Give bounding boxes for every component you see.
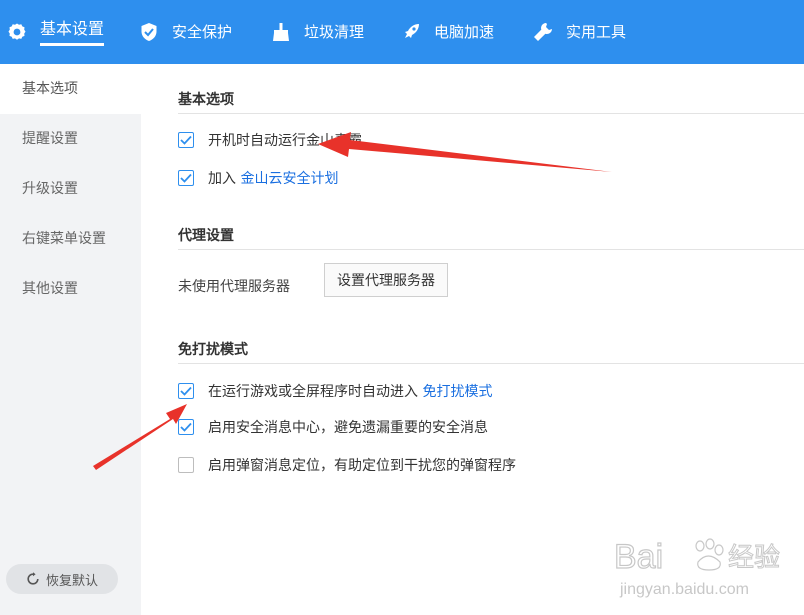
section-divider xyxy=(178,113,804,114)
sidebar-item-other-settings[interactable]: 其他设置 xyxy=(0,264,141,314)
watermark-brand2: 经验 xyxy=(728,543,780,573)
section-divider xyxy=(178,249,804,250)
cloud-security-option[interactable]: 加入 金山云安全计划 xyxy=(178,168,338,188)
autostart-option[interactable]: 开机时自动运行金山毒霸 xyxy=(178,130,362,150)
sidebar-item-upgrade-settings[interactable]: 升级设置 xyxy=(0,164,141,214)
message-center-checkbox[interactable] xyxy=(178,419,194,435)
autostart-label: 开机时自动运行金山毒霸 xyxy=(208,133,362,149)
section-divider xyxy=(178,363,804,364)
sidebar: 基本选项 提醒设置 升级设置 右键菜单设置 其他设置 恢复默认 xyxy=(0,64,141,615)
sidebar-item-context-menu-settings[interactable]: 右键菜单设置 xyxy=(0,214,141,264)
section-title-dnd: 免打扰模式 xyxy=(178,342,248,358)
cloud-security-link[interactable]: 金山云安全计划 xyxy=(240,168,338,188)
tab-label: 实用工具 xyxy=(566,23,627,41)
auto-dnd-option[interactable]: 在运行游戏或全屏程序时自动进入 免打扰模式 xyxy=(178,381,492,401)
tab-label: 电脑加速 xyxy=(434,23,495,41)
proxy-status-text: 未使用代理服务器 xyxy=(178,279,290,295)
annotation-arrow xyxy=(318,132,612,172)
autostart-checkbox[interactable] xyxy=(178,132,194,148)
restore-defaults-button[interactable]: 恢复默认 xyxy=(6,564,118,594)
cloud-security-checkbox[interactable] xyxy=(178,170,194,186)
baidu-jingyan-watermark: Bai 经验 jingyan.baidu.com xyxy=(613,537,780,598)
tab-security[interactable]: 安全保护 xyxy=(138,0,232,64)
section-title-proxy: 代理设置 xyxy=(178,228,234,244)
rocket-icon xyxy=(400,21,422,43)
message-center-option[interactable]: 启用安全消息中心，避免遗漏重要的安全消息 xyxy=(178,417,488,437)
auto-dnd-checkbox[interactable] xyxy=(178,383,194,399)
sidebar-item-reminder-settings[interactable]: 提醒设置 xyxy=(0,114,141,164)
tab-junk-clean[interactable]: 垃圾清理 xyxy=(270,0,364,64)
set-proxy-button[interactable]: 设置代理服务器 xyxy=(324,263,448,297)
paw-icon xyxy=(695,538,724,571)
tab-label: 垃圾清理 xyxy=(304,23,365,41)
dnd-mode-link[interactable]: 免打扰模式 xyxy=(422,381,492,401)
restore-defaults-label: 恢复默认 xyxy=(45,573,98,589)
gear-icon xyxy=(6,21,28,43)
tab-pc-speedup[interactable]: 电脑加速 xyxy=(400,0,494,64)
message-center-label: 启用安全消息中心，避免遗漏重要的安全消息 xyxy=(208,420,488,436)
section-title-basic: 基本选项 xyxy=(178,92,234,108)
auto-dnd-prefix: 在运行游戏或全屏程序时自动进入 xyxy=(208,384,423,400)
sidebar-item-basic-options[interactable]: 基本选项 xyxy=(0,64,141,114)
popup-locate-label: 启用弹窗消息定位，有助定位到干扰您的弹窗程序 xyxy=(208,458,516,474)
tab-basic-settings[interactable]: 基本设置 xyxy=(6,0,105,64)
tab-label: 安全保护 xyxy=(172,23,233,41)
broom-icon xyxy=(270,21,292,43)
popup-locate-option[interactable]: 启用弹窗消息定位，有助定位到干扰您的弹窗程序 xyxy=(178,455,516,475)
top-nav-bar: 基本设置 安全保护 垃圾清理 电脑加速 实用工具 xyxy=(0,0,804,64)
cloud-security-prefix: 加入 xyxy=(208,171,241,187)
popup-locate-checkbox[interactable] xyxy=(178,457,194,473)
tab-label: 基本设置 xyxy=(40,18,105,46)
wrench-icon xyxy=(532,21,554,43)
tab-utilities[interactable]: 实用工具 xyxy=(532,0,626,64)
watermark-url: jingyan.baidu.com xyxy=(619,581,749,598)
shield-icon xyxy=(138,21,160,43)
watermark-brand: Bai xyxy=(614,538,663,576)
restore-icon xyxy=(26,572,40,586)
